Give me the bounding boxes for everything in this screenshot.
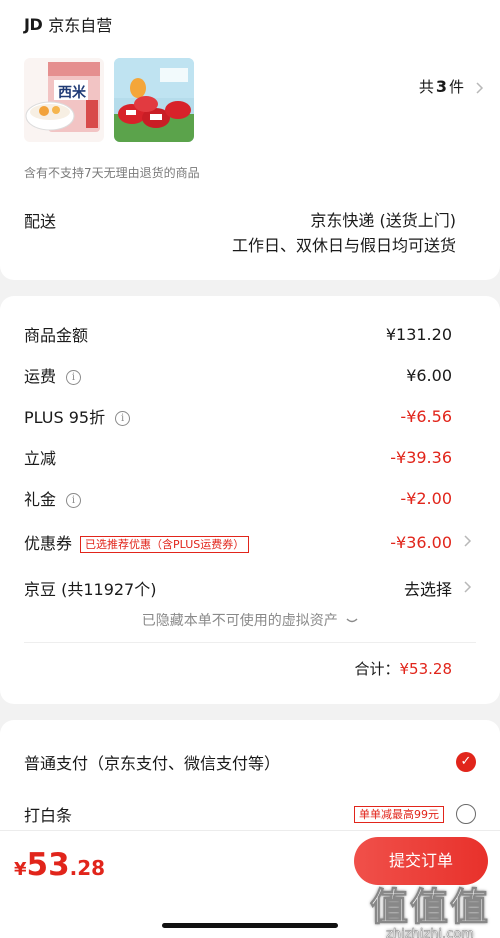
submit-order-button[interactable]: 提交订单 — [354, 837, 488, 885]
store-name: 京东自营 — [48, 16, 113, 35]
order-total: 合计：¥53.28 — [354, 658, 452, 679]
currency-symbol: ¥ — [14, 859, 27, 880]
price-decimal: .28 — [69, 856, 106, 880]
info-icon[interactable]: i — [115, 411, 131, 426]
price-value: ¥6.00 — [406, 365, 452, 385]
watermark: 值值值 zhizhizhi.com — [369, 885, 490, 938]
checkout-price: ¥53.28 — [14, 847, 105, 883]
coupon-row[interactable]: 优惠券 已选推荐优惠（含PLUS运费券） -¥36.00 — [24, 530, 452, 554]
price-row-shipping: 运费 i ¥6.00 — [24, 363, 452, 387]
beans-label: 京豆 (共11927个) — [24, 580, 157, 599]
shipping-schedule: 工作日、双休日与假日均可送货 — [231, 236, 456, 255]
shipping-method: 京东快递 (送货上门) — [310, 211, 456, 230]
shipping-label: 配送 — [24, 212, 57, 231]
store-card: JD 京东自营 西米 共 3 件 含有不支持7天无理由退货的商品 配送 京东快递… — [0, 0, 500, 280]
price-row-goods: 商品金额 ¥131.20 — [24, 322, 452, 346]
price-row-gift-money: 礼金 i -¥2.00 — [24, 486, 452, 510]
watermark-logo: 值值值 — [369, 885, 490, 929]
price-label: 运费 — [24, 367, 57, 386]
payment-option-label: 普通支付（京东支付、微信支付等） — [24, 754, 281, 773]
coupon-tag: 已选推荐优惠（含PLUS运费券） — [80, 536, 250, 553]
baitiao-promo-tag: 单单减最高99元 — [354, 805, 444, 823]
radio-unselected-icon[interactable] — [456, 804, 476, 824]
price-integer: 53 — [26, 847, 70, 883]
checkout-bar: ¥53.28 提交订单 值值值 zhizhizhi.com — [0, 830, 500, 938]
beans-action: 去选择 — [403, 580, 452, 599]
store-header: JD 京东自营 — [24, 12, 112, 36]
jd-logo: JD — [24, 14, 43, 34]
total-value: ¥53.28 — [399, 660, 453, 678]
total-label: 合计： — [354, 660, 400, 678]
divider — [24, 642, 476, 643]
home-indicator[interactable] — [162, 923, 338, 928]
watermark-url: zhizhizhi.com — [386, 927, 474, 938]
payment-option-baitiao[interactable]: 打白条 单单减最高99元 — [24, 802, 476, 826]
price-value: -¥6.56 — [400, 406, 452, 426]
item-count[interactable]: 共 3 件 — [419, 76, 464, 97]
payment-option-label: 打白条 — [24, 806, 73, 825]
price-label: 商品金额 — [24, 326, 89, 345]
price-label: 立减 — [24, 449, 57, 468]
jd-beans-row[interactable]: 京豆 (共11927个) 去选择 — [24, 576, 452, 600]
return-policy-notice: 含有不支持7天无理由退货的商品 — [24, 166, 200, 180]
price-value: -¥2.00 — [400, 488, 452, 508]
shipping-value[interactable]: 京东快递 (送货上门) 工作日、双休日与假日均可送货 — [232, 208, 456, 258]
price-value: -¥39.36 — [390, 447, 452, 467]
price-breakdown-card: 商品金额 ¥131.20 运费 i ¥6.00 PLUS 95折 i -¥6.56 … — [0, 296, 500, 704]
coupon-value: -¥36.00 — [390, 532, 452, 552]
info-icon[interactable]: i — [66, 493, 82, 508]
count-value: 3 — [435, 77, 447, 96]
coupon-label: 优惠券 — [24, 534, 73, 553]
price-row-instant-discount: 立减 -¥39.36 — [24, 445, 452, 469]
product-1-text: 西米 — [58, 85, 86, 101]
product-thumbnails[interactable]: 西米 — [24, 58, 194, 142]
hidden-assets-note: 已隐藏本单不可使用的虚拟资产 — [141, 613, 338, 629]
checkmark-selected-icon[interactable]: ✓ — [456, 752, 476, 772]
payment-option-standard[interactable]: 普通支付（京东支付、微信支付等） ✓ — [24, 750, 476, 774]
chevron-down-icon — [346, 618, 358, 623]
coupon-chevron-icon[interactable] — [464, 535, 472, 547]
count-prefix: 共 — [418, 78, 434, 96]
price-label: PLUS 95折 — [24, 408, 106, 427]
info-icon[interactable]: i — [66, 370, 82, 385]
hidden-assets-toggle[interactable]: 已隐藏本单不可使用的虚拟资产 — [0, 610, 500, 630]
price-value: ¥131.20 — [385, 324, 452, 344]
count-suffix: 件 — [448, 78, 464, 96]
price-row-plus-discount: PLUS 95折 i -¥6.56 — [24, 404, 452, 428]
product-image-candy[interactable] — [114, 58, 194, 142]
product-image-sago[interactable]: 西米 — [24, 58, 104, 142]
beans-chevron-icon[interactable] — [464, 581, 472, 593]
price-label: 礼金 — [24, 490, 57, 509]
